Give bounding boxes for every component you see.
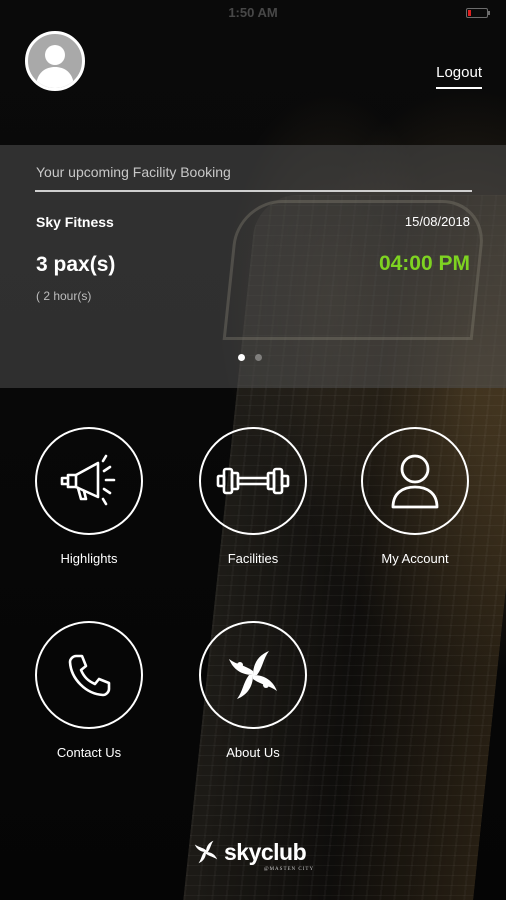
battery-icon <box>466 8 490 18</box>
menu-facilities[interactable]: Facilities <box>178 427 328 566</box>
menu-about-us[interactable]: About Us <box>178 621 328 760</box>
booking-pax: 3 pax(s) <box>36 253 116 276</box>
page-dot-active[interactable] <box>238 354 245 361</box>
dumbbell-icon <box>216 467 290 495</box>
page-dot[interactable] <box>255 354 262 361</box>
skyclub-emblem-icon <box>229 651 277 699</box>
facilities-label: Facilities <box>227 551 279 566</box>
status-bar: 1:50 AM <box>0 0 506 24</box>
megaphone-icon <box>60 454 116 506</box>
my-account-circle[interactable] <box>361 427 469 535</box>
menu-contact-us[interactable]: Contact Us <box>14 621 164 760</box>
page-indicator <box>238 354 262 361</box>
skyclub-logo: skyclub @MASTEN CITY <box>192 838 322 880</box>
user-silhouette-icon <box>36 45 74 88</box>
booking-time: 04:00 PM <box>378 252 470 275</box>
highlights-label: Highlights <box>60 551 118 566</box>
logo-subtext: @MASTEN CITY <box>264 867 315 872</box>
booking-facility: Sky Fitness <box>36 214 114 230</box>
status-time: 1:50 AM <box>228 5 278 20</box>
skyclub-logo-icon <box>194 840 218 864</box>
menu-my-account[interactable]: My Account <box>340 427 490 566</box>
highlights-circle[interactable] <box>35 427 143 535</box>
menu-highlights[interactable]: Highlights <box>14 427 164 566</box>
divider <box>35 190 472 192</box>
logo-wordmark: skyclub <box>224 839 307 865</box>
upcoming-booking-card[interactable]: Your upcoming Facility Booking Sky Fitne… <box>0 145 506 388</box>
booking-duration: ( 2 hour(s) <box>36 289 92 303</box>
logout-button[interactable]: Logout <box>436 64 482 89</box>
person-icon <box>391 454 439 509</box>
about-us-circle[interactable] <box>199 621 307 729</box>
booking-date: 15/08/2018 <box>404 214 470 229</box>
my-account-label: My Account <box>381 551 449 566</box>
contact-us-label: Contact Us <box>56 745 122 760</box>
contact-us-circle[interactable] <box>35 621 143 729</box>
facilities-circle[interactable] <box>199 427 307 535</box>
about-us-label: About Us <box>226 745 280 760</box>
phone-icon <box>68 654 111 697</box>
booking-heading: Your upcoming Facility Booking <box>36 164 231 180</box>
avatar[interactable] <box>25 31 85 91</box>
